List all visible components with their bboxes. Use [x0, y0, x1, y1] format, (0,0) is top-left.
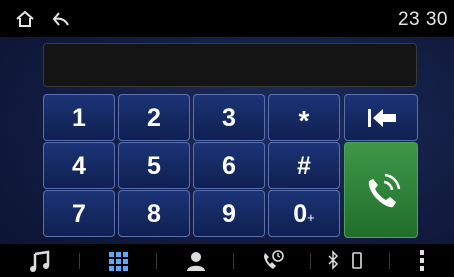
number-display[interactable] [43, 43, 417, 87]
key-6[interactable]: 6 [193, 142, 265, 189]
backspace-button[interactable] [344, 94, 418, 141]
key-label: 3 [222, 104, 236, 132]
phone-call-icon [368, 173, 401, 208]
key-label: * [298, 105, 310, 136]
key-label: 6 [222, 152, 236, 180]
key-label: 0 [293, 200, 308, 228]
contacts-icon[interactable] [184, 244, 208, 277]
backspace-icon [368, 109, 396, 127]
call-history-icon[interactable] [260, 244, 286, 277]
nav-divider [233, 253, 234, 269]
key-label: 5 [147, 152, 161, 180]
nav-divider [389, 253, 390, 269]
key-sublabel: + [307, 210, 315, 225]
music-icon[interactable] [28, 244, 54, 277]
nav-divider [156, 253, 157, 269]
key-8[interactable]: 8 [118, 190, 190, 237]
key-label: # [297, 152, 311, 180]
key-star[interactable]: * [268, 94, 340, 141]
key-5[interactable]: 5 [118, 142, 190, 189]
key-label: 8 [147, 200, 161, 228]
key-hash[interactable]: # [268, 142, 340, 189]
key-9[interactable]: 9 [193, 190, 265, 237]
key-label: 7 [72, 200, 86, 228]
bottom-nav [0, 244, 454, 277]
key-label: 2 [147, 104, 161, 132]
call-button[interactable] [344, 142, 418, 238]
clock: 23 30 [397, 9, 448, 30]
key-2[interactable]: 2 [118, 94, 190, 141]
key-0[interactable]: 0+ [268, 190, 340, 237]
key-1[interactable]: 1 [43, 94, 115, 141]
key-7[interactable]: 7 [43, 190, 115, 237]
bluetooth-icon[interactable] [326, 244, 340, 277]
nav-divider [79, 253, 80, 269]
nav-divider [310, 253, 311, 269]
phone-device-icon[interactable] [350, 244, 364, 277]
more-icon[interactable] [417, 244, 427, 277]
status-bar: 23 30 [0, 0, 454, 37]
key-label: 1 [72, 104, 86, 132]
key-label: 4 [72, 152, 86, 180]
dialer-screen: 23 30 1 2 3 * 4 5 6 # 7 8 9 0+ [0, 0, 454, 277]
back-icon[interactable] [50, 8, 72, 30]
key-3[interactable]: 3 [193, 94, 265, 141]
key-4[interactable]: 4 [43, 142, 115, 189]
apps-grid-icon[interactable] [107, 244, 131, 277]
key-label: 9 [222, 200, 236, 228]
home-icon[interactable] [14, 8, 36, 30]
